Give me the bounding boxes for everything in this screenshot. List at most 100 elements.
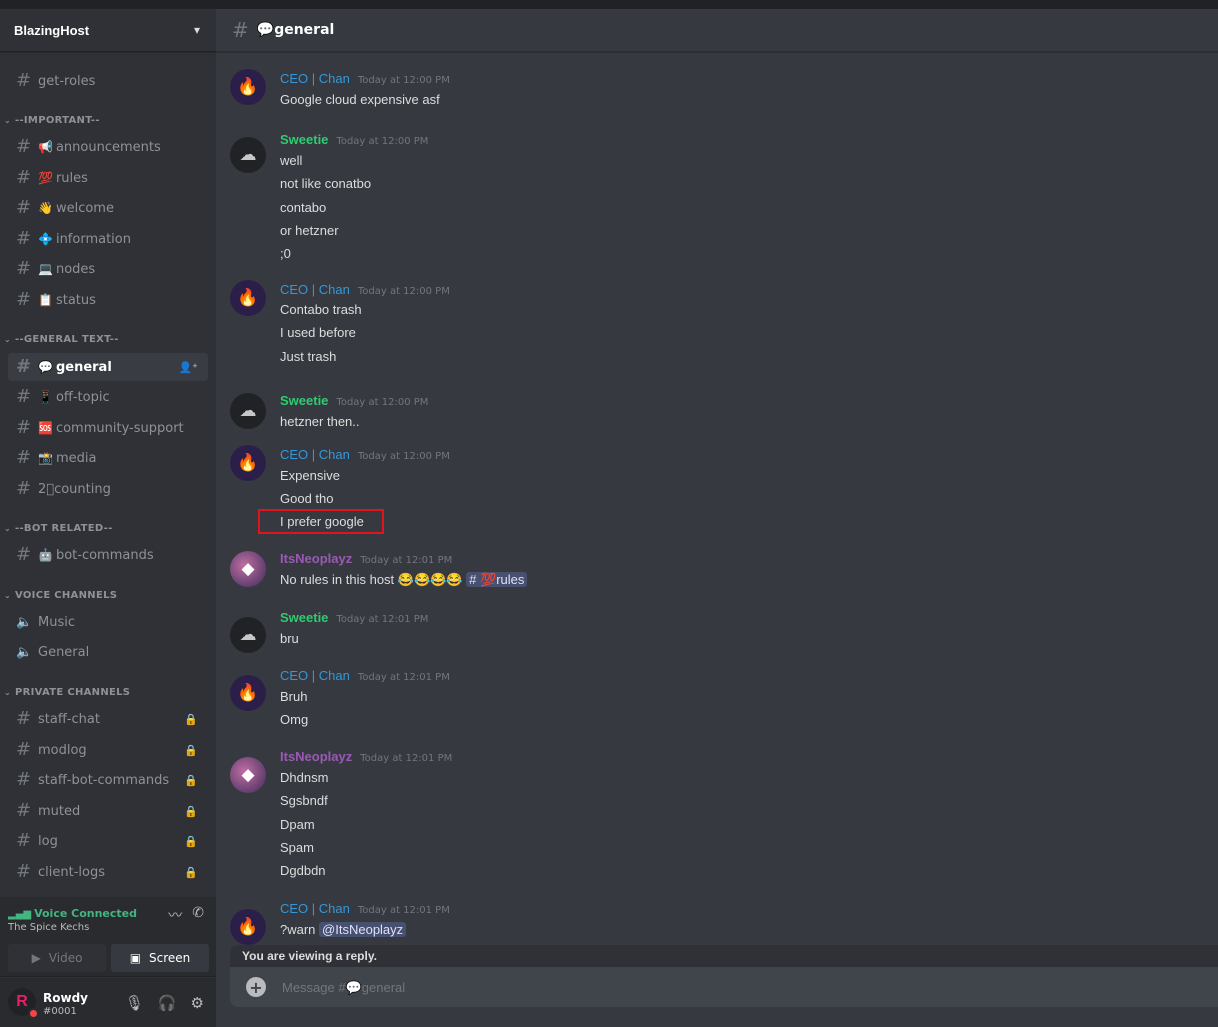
phone-emoji: 📱 bbox=[38, 390, 53, 404]
disconnect-icon[interactable]: ✆ bbox=[192, 905, 204, 925]
channel-staff-chat[interactable]: # staff-chat 🔒 bbox=[8, 705, 208, 733]
author-name[interactable]: CEO | Chan bbox=[280, 71, 350, 86]
channel-general[interactable]: # 💬 general 👤⁺ bbox=[8, 353, 208, 381]
channel-counting[interactable]: #2⃣counting bbox=[8, 475, 208, 503]
avatar[interactable]: 🔥 bbox=[230, 69, 266, 105]
avatar[interactable]: ☁ bbox=[230, 137, 266, 173]
timestamp: Today at 12:00 PM bbox=[357, 451, 450, 462]
category-bot-related[interactable]: ⌄ --BOT RELATED-- bbox=[4, 523, 113, 534]
channel-label: Music bbox=[38, 614, 75, 630]
message-line: or hetzner bbox=[280, 223, 339, 238]
add-member-icon[interactable]: 👤⁺ bbox=[178, 361, 198, 374]
timestamp: Today at 12:00 PM bbox=[357, 286, 450, 297]
voice-location: The Spice Kechs bbox=[8, 922, 90, 933]
highlighted-message[interactable]: I prefer google bbox=[258, 509, 384, 534]
user-mention[interactable]: @ItsNeoplayz bbox=[319, 922, 407, 937]
author-name[interactable]: Sweetie bbox=[280, 132, 328, 147]
category-private-channels[interactable]: ⌄ PRIVATE CHANNELS bbox=[4, 687, 130, 698]
hash-icon: # bbox=[16, 135, 32, 157]
channel-label: client-logs bbox=[38, 864, 105, 880]
server-header[interactable]: BlazingHost ▾ bbox=[0, 9, 216, 52]
avatar[interactable]: 🔥 bbox=[230, 675, 266, 711]
voice-channel-general[interactable]: 🔈 General bbox=[8, 638, 208, 666]
timestamp: Today at 12:00 PM bbox=[336, 397, 429, 408]
video-label: Video bbox=[48, 951, 83, 965]
laughing-emojis: 😂😂😂😂 bbox=[397, 572, 463, 587]
avatar[interactable]: 🔥 bbox=[230, 280, 266, 316]
channel-nodes[interactable]: # 💻 nodes bbox=[8, 255, 208, 283]
message-input[interactable] bbox=[282, 979, 1082, 995]
avatar[interactable]: ◆ bbox=[230, 757, 266, 793]
author-name[interactable]: ItsNeoplayz bbox=[280, 749, 352, 764]
message-line: Sgsbndf bbox=[280, 793, 328, 808]
chat-area: # 💬general 🔥 CEO | Chan Today at 12:00 PM… bbox=[216, 9, 1218, 1027]
caret-icon: ⌄ bbox=[4, 116, 12, 125]
author-name[interactable]: ItsNeoplayz bbox=[280, 551, 352, 566]
channel-media[interactable]: # 📸 media bbox=[8, 444, 208, 472]
channel-label: off-topic bbox=[55, 389, 110, 405]
reply-notice[interactable]: You are viewing a reply. bbox=[230, 945, 1218, 967]
dnd-status-icon bbox=[28, 1008, 39, 1019]
author-name[interactable]: CEO | Chan bbox=[280, 668, 350, 683]
channel-log[interactable]: # log 🔒 bbox=[8, 827, 208, 855]
channel-off-topic[interactable]: # 📱 off-topic bbox=[8, 383, 208, 411]
avatar[interactable]: ◆ bbox=[230, 551, 266, 587]
channel-announcements[interactable]: # 📢 announcements bbox=[8, 133, 208, 161]
channel-modlog[interactable]: # modlog 🔒 bbox=[8, 736, 208, 764]
author-name[interactable]: CEO | Chan bbox=[280, 901, 350, 916]
voice-status[interactable]: ▂▄▆ Voice Connected bbox=[8, 907, 137, 920]
headphones-icon[interactable]: 🎧 bbox=[158, 994, 177, 1012]
channel-client-logs[interactable]: # client-logs 🔒 bbox=[8, 858, 208, 886]
author-name[interactable]: CEO | Chan bbox=[280, 447, 350, 462]
category-important[interactable]: ⌄ --IMPORTANT-- bbox=[4, 115, 100, 126]
channel-label: rules bbox=[55, 170, 88, 186]
voice-channel-music[interactable]: 🔈 Music bbox=[8, 608, 208, 636]
channel-label: information bbox=[55, 231, 131, 247]
message-line: Google cloud expensive asf bbox=[280, 92, 440, 107]
avatar[interactable]: ☁ bbox=[230, 393, 266, 429]
message-line: Expensive bbox=[280, 468, 340, 483]
channel-get-roles[interactable]: # get-roles bbox=[8, 67, 208, 95]
channel-welcome[interactable]: # 👋 welcome bbox=[8, 194, 208, 222]
category-voice-channels[interactable]: ⌄ VOICE CHANNELS bbox=[4, 590, 117, 601]
channel-community-support[interactable]: # 🆘 community-support bbox=[8, 414, 208, 442]
timestamp: Today at 12:01 PM bbox=[357, 672, 450, 683]
username: Rowdy bbox=[43, 991, 88, 1005]
channel-staff-bot-commands[interactable]: # staff-bot-commands 🔒 bbox=[8, 766, 208, 794]
noise-suppression-icon[interactable]: 〰 bbox=[168, 905, 182, 925]
category-general-text[interactable]: ⌄ --GENERAL TEXT-- bbox=[4, 334, 119, 345]
diamond-emoji: 💠 bbox=[38, 232, 53, 246]
add-attachment-icon[interactable]: + bbox=[246, 977, 266, 997]
hash-icon: # bbox=[16, 446, 32, 468]
author-name[interactable]: Sweetie bbox=[280, 393, 328, 408]
avatar[interactable]: 🔥 bbox=[230, 445, 266, 481]
message-line: Dpam bbox=[280, 817, 315, 832]
caret-icon: ⌄ bbox=[4, 335, 12, 344]
chevron-down-icon[interactable]: ▾ bbox=[194, 23, 200, 37]
message-line: ;0 bbox=[280, 246, 291, 261]
screen-icon: ▣ bbox=[129, 951, 142, 965]
channel-label: muted bbox=[38, 803, 81, 819]
channel-information[interactable]: # 💠 information bbox=[8, 225, 208, 253]
category-label: --GENERAL TEXT-- bbox=[15, 334, 119, 345]
author-name[interactable]: Sweetie bbox=[280, 610, 328, 625]
screen-share-button[interactable]: ▣ Screen bbox=[111, 944, 209, 972]
channel-mention[interactable]: # 💯rules bbox=[466, 572, 528, 587]
author-name[interactable]: CEO | Chan bbox=[280, 282, 350, 297]
robot-emoji: 🤖 bbox=[38, 548, 53, 562]
channel-rules[interactable]: # 💯 rules bbox=[8, 164, 208, 192]
microphone-icon[interactable]: 🎙 bbox=[125, 994, 144, 1012]
message-line: Dgdbdn bbox=[280, 863, 326, 878]
gear-icon[interactable]: ⚙ bbox=[191, 994, 204, 1012]
avatar[interactable]: 🔥 bbox=[230, 909, 266, 945]
lock-icon: 🔒 bbox=[184, 804, 198, 818]
message-line: not like conatbo bbox=[280, 176, 372, 191]
channel-label: get-roles bbox=[38, 73, 96, 89]
caret-icon: ⌄ bbox=[4, 591, 12, 600]
channel-muted[interactable]: # muted 🔒 bbox=[8, 797, 208, 825]
channel-bot-commands[interactable]: # 🤖 bot-commands bbox=[8, 541, 208, 569]
video-button[interactable]: ▶ Video bbox=[8, 944, 106, 972]
avatar[interactable]: ☁ bbox=[230, 617, 266, 653]
channel-status[interactable]: # 📋 status bbox=[8, 286, 208, 314]
hash-icon: # bbox=[16, 355, 32, 377]
